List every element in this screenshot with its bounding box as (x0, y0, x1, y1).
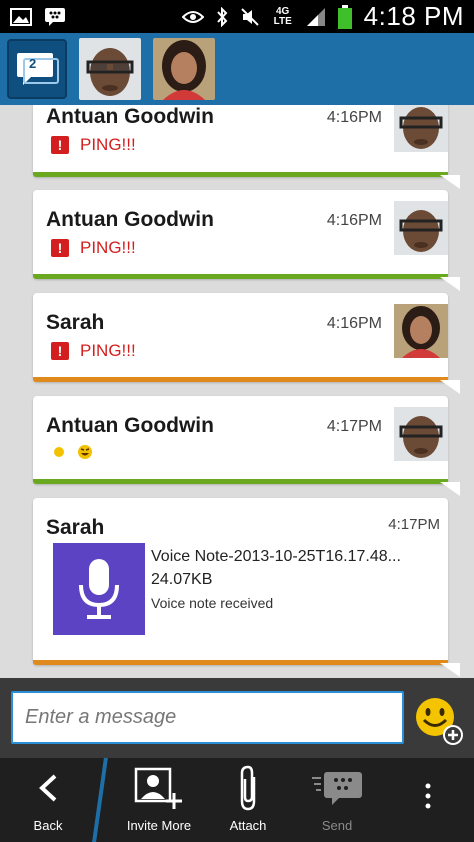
voice-note-thumbnail[interactable] (53, 543, 145, 635)
sender-avatar (394, 105, 448, 152)
compose-bar: Enter a message (0, 678, 474, 758)
message-sender: Antuan Goodwin (46, 105, 214, 128)
active-chat-tab[interactable]: 2 (7, 39, 67, 99)
message-accent-bar (33, 172, 448, 177)
back-button[interactable]: Back (0, 758, 96, 842)
message-text: PING!!! (80, 341, 136, 360)
voice-note-name: Voice Note-2013-10-25T16.17.48... (151, 548, 401, 565)
microphone-icon (79, 559, 119, 619)
sender-avatar (394, 304, 448, 358)
message-bubble[interactable]: Antuan Goodwin 4:16PM ! PING!!! (33, 105, 460, 189)
message-bubble[interactable]: Antuan Goodwin 4:17PM (33, 396, 460, 496)
contact-tab-sarah[interactable] (153, 38, 215, 100)
message-bubble[interactable]: Sarah 4:16PM ! PING!!! (33, 293, 460, 394)
bubble-tail (440, 380, 460, 394)
bluetooth-icon (216, 6, 228, 27)
bbm-notification-icon (44, 7, 66, 27)
message-time: 4:16PM (326, 315, 382, 332)
overflow-menu-button[interactable] (400, 758, 456, 842)
bubble-tail (440, 175, 460, 189)
eye-icon (181, 10, 204, 24)
chat-header: 2 (0, 33, 474, 105)
message-time: 4:17PM (326, 418, 382, 435)
send-label: Send (321, 818, 353, 833)
bubble-tail (440, 482, 460, 496)
attach-button[interactable]: Attach (208, 758, 288, 842)
mute-icon (240, 7, 260, 27)
ping-row: ! PING!!! (51, 341, 136, 361)
sender-avatar (394, 407, 448, 461)
message-sender: Sarah (46, 516, 105, 539)
laughing-emoticon-icon (78, 445, 92, 459)
ping-row: ! PING!!! (51, 135, 136, 155)
message-time: 4:17PM (388, 516, 440, 533)
message-sender: Antuan Goodwin (46, 414, 214, 437)
smiley-add-icon (416, 698, 463, 745)
message-bubble[interactable]: Antuan Goodwin 4:16PM ! PING!!! (33, 190, 460, 291)
emoji-row (53, 444, 93, 460)
message-input[interactable]: Enter a message (11, 691, 404, 744)
bubble-tail (440, 277, 460, 291)
send-button[interactable]: Send (296, 758, 378, 842)
invite-more-label: Invite More (126, 818, 192, 833)
message-accent-bar (33, 479, 448, 484)
signal-icon (306, 7, 326, 27)
message-accent-bar (33, 377, 448, 382)
message-bubble[interactable]: Sarah 4:17PM Voice Note-2013-10-25T16.17… (33, 498, 460, 677)
voice-note-size: 24.07KB (151, 571, 213, 588)
voice-note-status: Voice note received (151, 595, 274, 611)
message-time: 4:16PM (326, 212, 382, 229)
small-smiley-icon (54, 447, 64, 457)
message-text: PING!!! (80, 135, 136, 154)
back-label: Back (33, 818, 63, 833)
network-label: 4G LTE (273, 5, 292, 27)
contact-tab-antuan[interactable] (79, 38, 141, 100)
chat-bubble-icon (17, 53, 59, 85)
chat-count: 2 (29, 56, 37, 71)
paperclip-icon (240, 765, 256, 811)
action-bar: Back Invite More Attach Send (0, 758, 474, 842)
battery-icon (337, 4, 352, 29)
send-bbm-icon (312, 772, 362, 805)
attach-label: Attach (229, 818, 267, 833)
clock: 4:18 PM (363, 1, 464, 31)
sender-avatar (394, 201, 448, 255)
message-accent-bar (33, 274, 448, 279)
avatar (79, 38, 141, 100)
back-chevron-icon (39, 774, 57, 802)
ping-alert-icon: ! (51, 239, 69, 257)
message-text: PING!!! (80, 238, 136, 257)
invite-more-button[interactable]: Invite More (110, 758, 208, 842)
message-accent-bar (33, 660, 448, 665)
voice-note-info: Voice Note-2013-10-25T16.17.48... 24.07K… (151, 548, 441, 611)
more-vertical-icon (425, 783, 431, 808)
ping-alert-icon: ! (51, 136, 69, 154)
status-bar: 4G LTE 4:18 PM (0, 0, 474, 33)
message-sender: Sarah (46, 311, 105, 334)
bubble-tail (440, 663, 460, 677)
avatar (153, 38, 215, 100)
invite-contact-icon (134, 767, 182, 809)
message-sender: Antuan Goodwin (46, 208, 214, 231)
gallery-icon (10, 7, 32, 26)
message-time: 4:16PM (326, 109, 382, 126)
ping-alert-icon: ! (51, 342, 69, 360)
conversation-list[interactable]: Antuan Goodwin 4:16PM ! PING!!! Antuan G… (0, 105, 474, 678)
emoticon-button[interactable] (413, 695, 465, 747)
ping-row: ! PING!!! (51, 238, 136, 258)
